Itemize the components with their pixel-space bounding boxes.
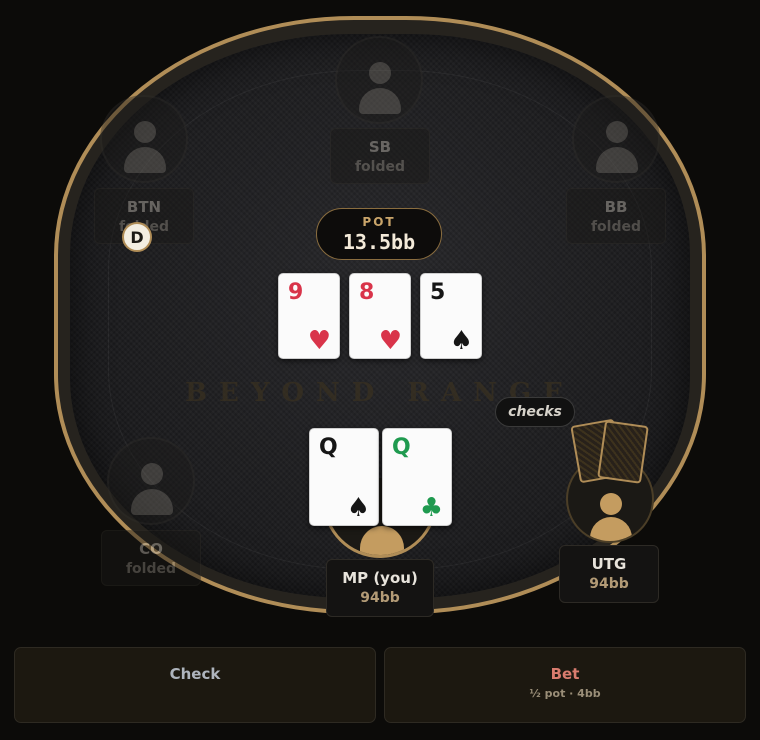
seat-name: CO bbox=[139, 540, 163, 558]
seat-hero-plate: MP (you) 94bb bbox=[326, 559, 434, 617]
seat-co-plate: CO folded bbox=[101, 530, 201, 586]
seat-sb-avatar bbox=[335, 36, 423, 124]
seat-status: folded bbox=[354, 159, 406, 175]
dealer-button: D bbox=[122, 222, 152, 252]
seat-status: folded bbox=[590, 219, 642, 235]
user-icon bbox=[134, 121, 156, 143]
seat-name: BB bbox=[604, 198, 628, 216]
user-icon bbox=[141, 463, 163, 485]
user-icon bbox=[369, 62, 391, 84]
club-icon: ♣ bbox=[419, 493, 443, 523]
card-rank: 5 bbox=[430, 280, 446, 305]
bet-label: Bet bbox=[550, 665, 580, 683]
seat-name: MP (you) bbox=[342, 569, 418, 587]
user-icon bbox=[360, 526, 404, 555]
user-icon bbox=[606, 121, 628, 143]
seat-bb-plate: BB folded bbox=[566, 188, 666, 244]
pot-amount: 13.5bb bbox=[342, 230, 416, 254]
spade-icon: ♠ bbox=[449, 326, 473, 356]
seat-utg-plate: UTG 94bb bbox=[559, 545, 659, 603]
seat-name: UTG bbox=[591, 555, 627, 573]
seat-sb-plate: SB folded bbox=[330, 128, 430, 184]
utg-action-bubble: checks bbox=[495, 397, 575, 427]
board-card-3: 5 ♠ bbox=[420, 273, 482, 359]
seat-co-avatar bbox=[107, 437, 195, 525]
board-card-2: 8 ♥ bbox=[349, 273, 411, 359]
user-icon bbox=[600, 493, 622, 515]
seat-bb-avatar bbox=[572, 95, 660, 183]
seat-name: SB bbox=[368, 138, 392, 156]
seat-status: folded bbox=[125, 561, 177, 577]
card-back bbox=[597, 420, 649, 484]
card-rank: 9 bbox=[288, 280, 304, 305]
check-button[interactable]: Check bbox=[14, 647, 376, 723]
seat-stack: 94bb bbox=[360, 590, 400, 606]
bet-sublabel: ½ pot · 4bb bbox=[529, 687, 601, 700]
check-label: Check bbox=[169, 665, 221, 683]
bet-button[interactable]: Bet ½ pot · 4bb bbox=[384, 647, 746, 723]
seat-stack: 94bb bbox=[589, 576, 629, 592]
spade-icon: ♠ bbox=[346, 493, 370, 523]
card-rank: Q bbox=[392, 435, 411, 460]
board-card-1: 9 ♥ bbox=[278, 273, 340, 359]
pot-label: POT bbox=[362, 215, 396, 229]
card-rank: 8 bbox=[359, 280, 375, 305]
seat-name: BTN bbox=[126, 198, 162, 216]
seat-btn-avatar bbox=[100, 95, 188, 183]
card-rank: Q bbox=[319, 435, 338, 460]
hero-card-1: Q ♠ bbox=[309, 428, 379, 526]
heart-icon: ♥ bbox=[378, 326, 402, 356]
pot-display: POT 13.5bb bbox=[316, 208, 442, 260]
heart-icon: ♥ bbox=[307, 326, 331, 356]
hero-card-2: Q ♣ bbox=[382, 428, 452, 526]
